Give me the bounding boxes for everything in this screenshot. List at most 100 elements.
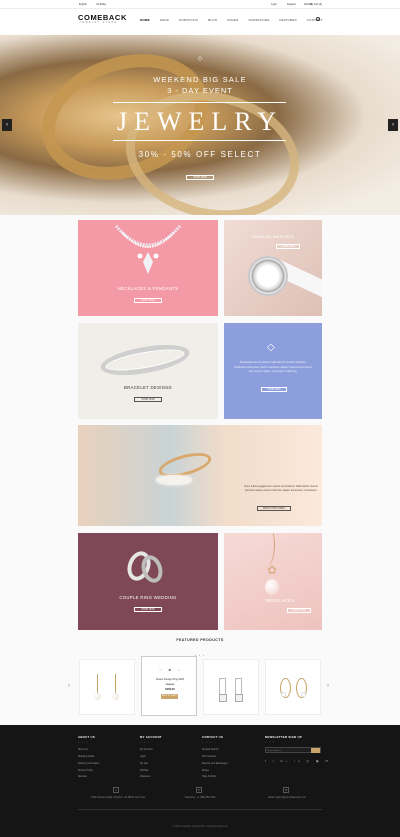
search-icon[interactable] [316,17,320,21]
necklaces-shop-button[interactable]: SHOP NOW [134,298,162,303]
footer-col-title: CONTACT US [202,735,224,739]
bracelet-shop-button[interactable]: SHOP NOW [134,397,162,402]
newsletter-submit-button[interactable] [311,748,320,753]
footer-link[interactable]: Shops [202,769,228,772]
tile-label: FASHION WATCHES [251,234,295,239]
footer-link[interactable]: Wishlist [140,769,162,772]
footer-email[interactable]: Email: support@comebackstore.com [252,797,322,799]
hero-shop-button[interactable]: SHOP NOW [186,175,214,180]
top-bar: English US Dollar Login Register Wishlis… [0,0,400,9]
next-product-button[interactable]: › [327,683,329,689]
social-icons[interactable]: f t G+ in ◎ ▣ ✉ [265,759,331,763]
prev-slide-button[interactable]: ‹ [2,119,12,131]
watch-video-button[interactable]: WATCH THE VIDEO [257,506,291,511]
pearl [281,692,286,697]
pearl [112,693,119,700]
footer-link[interactable]: My Account [140,748,162,751]
tile-engagement[interactable]: Nunc tellus engagement; mauris nisi tinc… [78,425,322,526]
flower-pendant-icon: ✿ [266,563,278,577]
tile-necklaces-pearl[interactable]: ✿ NECKLACES SHOP NOW [224,533,322,630]
quick-action-icons[interactable]: ♡ ⇄ ⌕ [159,668,183,672]
product-card-earrings[interactable] [79,659,135,715]
product-card-hoop-earrings[interactable] [265,659,321,715]
tile-label: NECKLACES [265,598,295,603]
nav-home[interactable]: HOME [140,18,150,22]
necklaces2-shop-button[interactable]: SHOP NOW [287,608,311,613]
hero-title: JEWELRY [117,107,283,136]
footer-link[interactable]: Privacy Policy [78,769,99,772]
hero-line4: 30% - 50% OFF SELECT [138,150,262,159]
nav-portfolio[interactable]: PORTFOLIO [179,18,198,22]
promo-shop-button[interactable]: SHOP NOW [261,387,287,392]
product-name[interactable]: Flower Design Ring 2016 [142,678,198,681]
footer-link[interactable]: Product Search [202,748,228,751]
pearl [94,693,101,700]
watches-shop-button[interactable]: SHOP NOW [276,244,300,249]
footer-link[interactable]: Checkout [140,775,162,778]
prev-product-button[interactable]: ‹ [68,683,70,689]
nav-contact[interactable]: CONTACT [307,18,323,22]
divider [113,140,286,141]
product-card-ring[interactable]: ♡ ⇄ ⌕ Flower Design Ring 2016 $189.00 $1… [141,656,197,716]
footer-col-account: MY ACCOUNT • • • My Account Login My car… [140,735,162,778]
tile-label: NECKLACES & PENDANTS [117,286,179,291]
phone-icon: ✆ [196,787,202,793]
footer-address: 1650 Chestnut Road, Hampton, VA 45200, N… [91,797,145,799]
add-to-cart-button[interactable]: ADD TO CART [161,694,178,699]
footer-link[interactable]: My cart [140,762,162,765]
chain [257,533,275,567]
footer-link[interactable]: Sitemap [78,775,99,778]
diamond-cluster [156,475,192,485]
tile-label: BRACELET DESIGNS [124,385,172,390]
pearl-image [265,579,279,595]
tile-promo[interactable]: ◇ Suspendisse ac ex eleifend nulla lobor… [224,323,322,419]
currency-select[interactable]: US Dollar [96,3,106,6]
language-select[interactable]: English [79,3,87,6]
footer: ABOUT US • • • About Us Shipping Guide D… [0,725,400,837]
tile-wedding[interactable]: COUPLE RING WEDDING SHOP NOW [78,533,218,630]
register-link[interactable]: Register [287,3,296,6]
tile-label: COUPLE RING WEDDING [119,595,177,600]
bracelet-image [98,339,192,381]
newsletter-email-input[interactable] [267,748,311,753]
footer-link[interactable]: Gift Vouchers [202,755,228,758]
promo-text: Suspendisse ac ex eleifend nulla loborti… [234,361,312,373]
logo[interactable]: COMEBACK [78,13,127,22]
footer-link[interactable]: Help & FAQs [202,775,228,778]
nav-shop[interactable]: SHOP [160,18,169,22]
login-link[interactable]: Login [271,3,277,6]
price: $159.00 [165,688,175,691]
footer-newsletter: NEWSLETTER SIGN UP • • • f t G+ in ◎ ▣ ✉ [265,735,331,763]
next-slide-button[interactable]: › [388,119,398,131]
gem [235,694,243,702]
footer-phone: Telephone: +1 (368) 563-7290 [184,797,216,799]
tile-necklaces[interactable]: NECKLACES & PENDANTS SHOP NOW [78,220,218,316]
gem [219,694,227,702]
footer-link[interactable]: About Us [78,748,99,751]
necklace-image [114,225,182,274]
cart-link[interactable]: My Cart (0) [310,3,322,6]
wedding-shop-button[interactable]: SHOP NOW [134,607,162,612]
footer-link[interactable]: Login [140,755,162,758]
footer-link[interactable]: Delivery Information [78,762,99,765]
tile-bracelet[interactable]: BRACELET DESIGNS SHOP NOW [78,323,218,419]
divider [113,102,286,103]
header [0,9,400,35]
diamond-icon: ◇ [197,56,203,62]
tile-watches[interactable]: FASHION WATCHES SHOP NOW [224,220,322,316]
featured-title: FEATURED PRODUCTS [176,638,224,642]
nav-features[interactable]: FEATURES [279,18,296,22]
product-card-square-earrings[interactable] [203,659,259,715]
diamond-icon: ◇ [267,342,275,353]
footer-col-about: ABOUT US • • • About Us Shipping Guide D… [78,735,99,778]
footer-link[interactable]: Shipping Guide [78,755,99,758]
price-old: $189.00 [165,684,175,686]
nav-blog[interactable]: BLOG [208,18,217,22]
nav-pages[interactable]: PAGES [227,18,238,22]
nav-shortcode[interactable]: SHORTCODE [248,18,269,22]
title-dots: • • • [202,740,212,744]
newsletter-field[interactable] [265,747,321,753]
title-dots: • • • [195,653,205,657]
title-dots: • • • [78,740,88,744]
footer-link[interactable]: Returns and Exchanges [202,762,228,765]
